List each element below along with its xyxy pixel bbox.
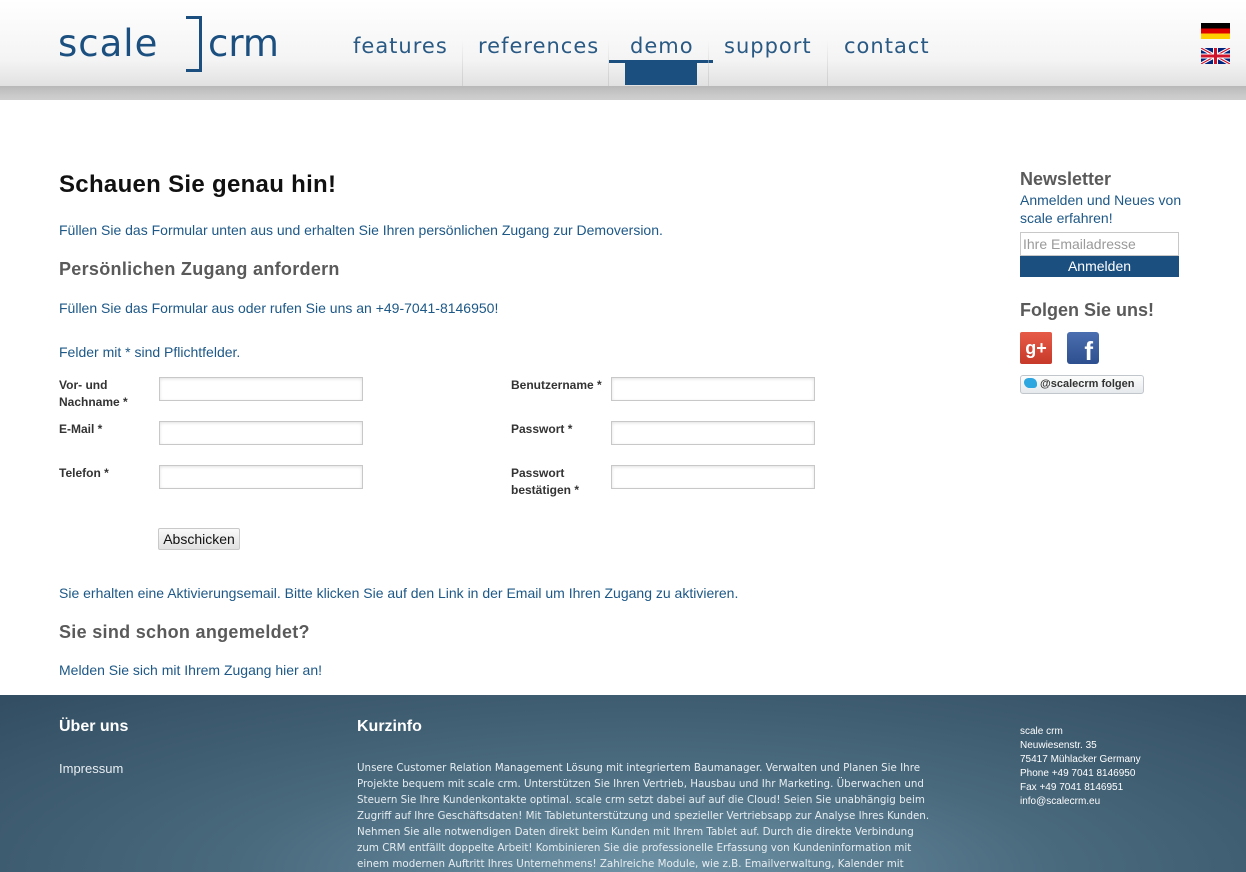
footer-address: scale crm Neuwiesenstr. 35 75417 Mühlack… bbox=[1020, 725, 1141, 809]
submit-button[interactable]: Abschicken bbox=[158, 528, 240, 550]
site-header: scale crm features references demo suppo… bbox=[0, 0, 1246, 100]
nav-references[interactable]: references bbox=[478, 34, 599, 58]
username-label: Benutzername * bbox=[511, 378, 602, 392]
newsletter-text: Anmelden und Neues von scale erfahren! bbox=[1020, 192, 1182, 226]
page-title: Schauen Sie genau hin! bbox=[59, 171, 337, 198]
footer-about-title: Über uns bbox=[59, 718, 129, 735]
nav-support[interactable]: support bbox=[724, 34, 812, 58]
login-title: Sie sind schon angemeldet? bbox=[59, 622, 310, 642]
username-field[interactable] bbox=[611, 377, 815, 401]
footer-info-title: Kurzinfo bbox=[357, 718, 422, 735]
confirm-password-label: Passwort bestätigen * bbox=[511, 465, 579, 499]
address-company: scale crm bbox=[1020, 726, 1063, 737]
logo-bracket bbox=[186, 16, 202, 72]
twitter-bird-icon bbox=[1024, 378, 1037, 389]
address-email[interactable]: info@scalecrm.eu bbox=[1020, 795, 1141, 809]
name-field[interactable] bbox=[159, 377, 363, 401]
nav-divider bbox=[827, 40, 828, 86]
password-label: Passwort * bbox=[511, 422, 573, 436]
nav-active-indicator bbox=[609, 60, 713, 85]
logo-text-scale: scale bbox=[58, 22, 159, 65]
uk-flag-icon[interactable] bbox=[1201, 48, 1230, 64]
section-title-access: Persönlichen Zugang anfordern bbox=[59, 259, 340, 279]
confirm-label-line2: bestätigen * bbox=[511, 483, 580, 497]
follow-title: Folgen Sie uns! bbox=[1020, 300, 1155, 320]
email-label: E-Mail * bbox=[59, 422, 103, 436]
newsletter-subscribe-button[interactable]: Anmelden bbox=[1020, 256, 1179, 277]
name-label-line1: Vor- und bbox=[59, 378, 108, 392]
footer-info-text: Unsere Customer Relation Management Lösu… bbox=[357, 762, 930, 870]
password-field[interactable] bbox=[611, 421, 815, 445]
intro-text: Füllen Sie das Formular unten aus und er… bbox=[59, 222, 663, 238]
address-city: 75417 Mühlacker Germany bbox=[1020, 754, 1141, 765]
email-field[interactable] bbox=[159, 421, 363, 445]
phone-field[interactable] bbox=[159, 465, 363, 489]
phone-label: Telefon * bbox=[59, 466, 109, 480]
nav-demo[interactable]: demo bbox=[630, 34, 694, 58]
newsletter-email-input[interactable]: Ihre Emailadresse bbox=[1020, 232, 1179, 256]
nav-divider bbox=[462, 40, 463, 86]
login-link[interactable]: Melden Sie sich mit Ihrem Zugang hier an… bbox=[59, 662, 322, 678]
scalecrm-logo[interactable]: scale crm bbox=[58, 14, 308, 74]
address-fax: Fax +49 7041 8146951 bbox=[1020, 782, 1124, 793]
newsletter-title: Newsletter bbox=[1020, 169, 1112, 189]
required-fields-note: Felder mit * sind Pflichtfelder. bbox=[59, 344, 241, 360]
nav-contact[interactable]: contact bbox=[844, 34, 930, 58]
google-plus-icon[interactable]: g+ bbox=[1020, 332, 1052, 364]
twitter-follow-button[interactable]: @scalecrm folgen bbox=[1020, 375, 1144, 394]
german-flag-icon[interactable] bbox=[1201, 23, 1230, 39]
call-text: Füllen Sie das Formular aus oder rufen S… bbox=[59, 300, 499, 316]
name-label-line2: Nachname * bbox=[59, 395, 128, 409]
nav-divider bbox=[608, 40, 609, 86]
activation-text: Sie erhalten eine Aktivierungsemail. Bit… bbox=[59, 585, 739, 601]
name-label: Vor- und Nachname * bbox=[59, 377, 128, 411]
twitter-follow-label: @scalecrm folgen bbox=[1040, 378, 1135, 390]
nav-divider bbox=[708, 40, 709, 86]
logo-text-crm: crm bbox=[208, 22, 279, 65]
confirm-password-field[interactable] bbox=[611, 465, 815, 489]
facebook-icon[interactable]: f bbox=[1067, 332, 1099, 364]
address-phone: Phone +49 7041 8146950 bbox=[1020, 768, 1136, 779]
impressum-link[interactable]: Impressum bbox=[59, 761, 123, 776]
nav-features[interactable]: features bbox=[353, 34, 448, 58]
address-street: Neuwiesenstr. 35 bbox=[1020, 740, 1097, 751]
confirm-label-line1: Passwort bbox=[511, 466, 565, 480]
